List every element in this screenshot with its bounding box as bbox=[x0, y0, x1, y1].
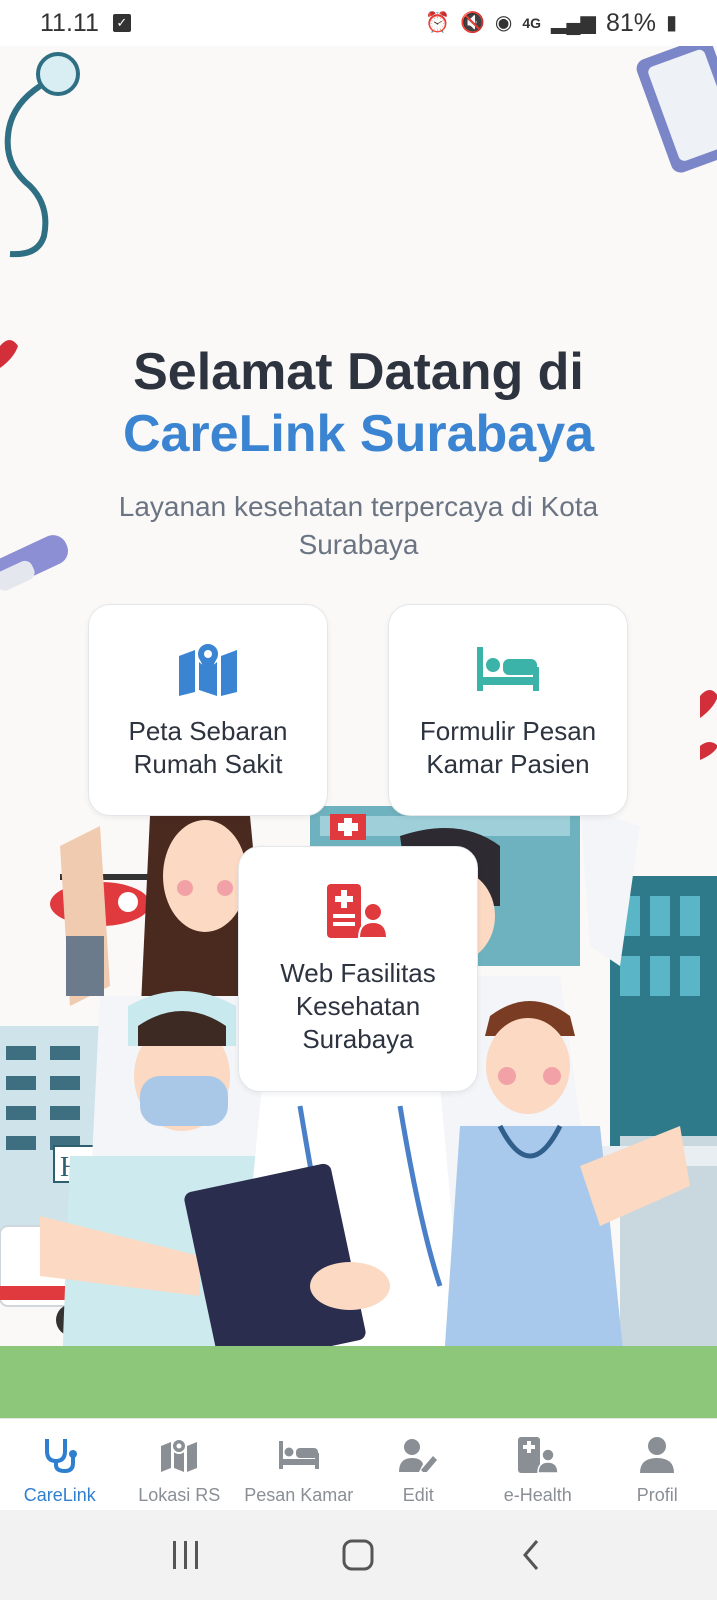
nav-e-health[interactable]: e-Health bbox=[478, 1419, 598, 1510]
web-fasilitas-label: Web Fasilitas Kesehatan Surabaya bbox=[280, 958, 436, 1054]
user-edit-icon bbox=[399, 1435, 438, 1475]
nav-label: e-Health bbox=[503, 1485, 572, 1505]
home-button[interactable] bbox=[328, 1525, 388, 1585]
nav-carelink[interactable]: CareLink bbox=[0, 1419, 120, 1510]
bottom-navigation: CareLink Lokasi RS Pesan Kamar Edit e-He… bbox=[0, 1418, 717, 1510]
battery-icon: ▮ bbox=[665, 12, 677, 34]
hotspot-icon: ◉ bbox=[494, 12, 513, 34]
recent-apps-icon bbox=[173, 1541, 199, 1569]
battery-percent: 81% bbox=[605, 8, 656, 37]
checkbox-notification-icon: ✓ bbox=[112, 14, 131, 32]
network-type: 4G bbox=[522, 15, 541, 31]
home-icon bbox=[342, 1539, 374, 1571]
bed-icon bbox=[278, 1435, 319, 1475]
peta-sebaran-card[interactable]: Peta Sebaran Rumah Sakit bbox=[88, 604, 328, 816]
user-icon bbox=[640, 1435, 675, 1475]
nav-pesan-kamar[interactable]: Pesan Kamar bbox=[239, 1419, 359, 1510]
peta-sebaran-label: Peta Sebaran Rumah Sakit bbox=[128, 716, 288, 779]
nav-edit[interactable]: Edit bbox=[359, 1419, 479, 1510]
nav-lokasi-rs[interactable]: Lokasi RS bbox=[120, 1419, 240, 1510]
nav-label: CareLink bbox=[23, 1485, 96, 1505]
nav-profil[interactable]: Profil bbox=[598, 1419, 717, 1510]
medical-user-icon bbox=[517, 1435, 558, 1475]
nav-label: Pesan Kamar bbox=[244, 1485, 354, 1505]
system-navigation-bar bbox=[0, 1510, 717, 1600]
nav-label: Profil bbox=[636, 1485, 678, 1505]
status-bar: 11.11 ✓ ⏰ 🔇 ◉ 4G ▂▄▆ 81% ▮ bbox=[0, 0, 717, 46]
status-time: 11.11 bbox=[40, 8, 99, 37]
web-fasilitas-card[interactable]: Web Fasilitas Kesehatan Surabaya bbox=[238, 846, 478, 1092]
map-icon bbox=[177, 641, 239, 697]
bed-icon bbox=[477, 641, 539, 697]
back-icon bbox=[522, 1540, 538, 1570]
formulir-pesan-card[interactable]: Formulir Pesan Kamar Pasien bbox=[388, 604, 628, 816]
nav-label: Edit bbox=[402, 1485, 434, 1505]
signal-icon: ▂▄▆ bbox=[551, 12, 596, 34]
map-icon bbox=[160, 1435, 198, 1475]
hero-title-line1: Selamat Datang di bbox=[133, 343, 584, 401]
stethoscope-icon bbox=[43, 1435, 77, 1475]
mute-icon: 🔇 bbox=[459, 12, 485, 34]
back-button[interactable] bbox=[501, 1525, 561, 1585]
formulir-pesan-label: Formulir Pesan Kamar Pasien bbox=[419, 716, 597, 779]
medical-staff-icon bbox=[327, 883, 389, 939]
hero-title-line2: CareLink Surabaya bbox=[122, 405, 595, 463]
recent-apps-button[interactable] bbox=[156, 1525, 216, 1585]
nav-label: Lokasi RS bbox=[138, 1485, 221, 1505]
alarm-icon: ⏰ bbox=[425, 12, 450, 34]
hero-subtitle: Layanan kesehatan terpercaya di Kota Sur… bbox=[118, 491, 599, 560]
